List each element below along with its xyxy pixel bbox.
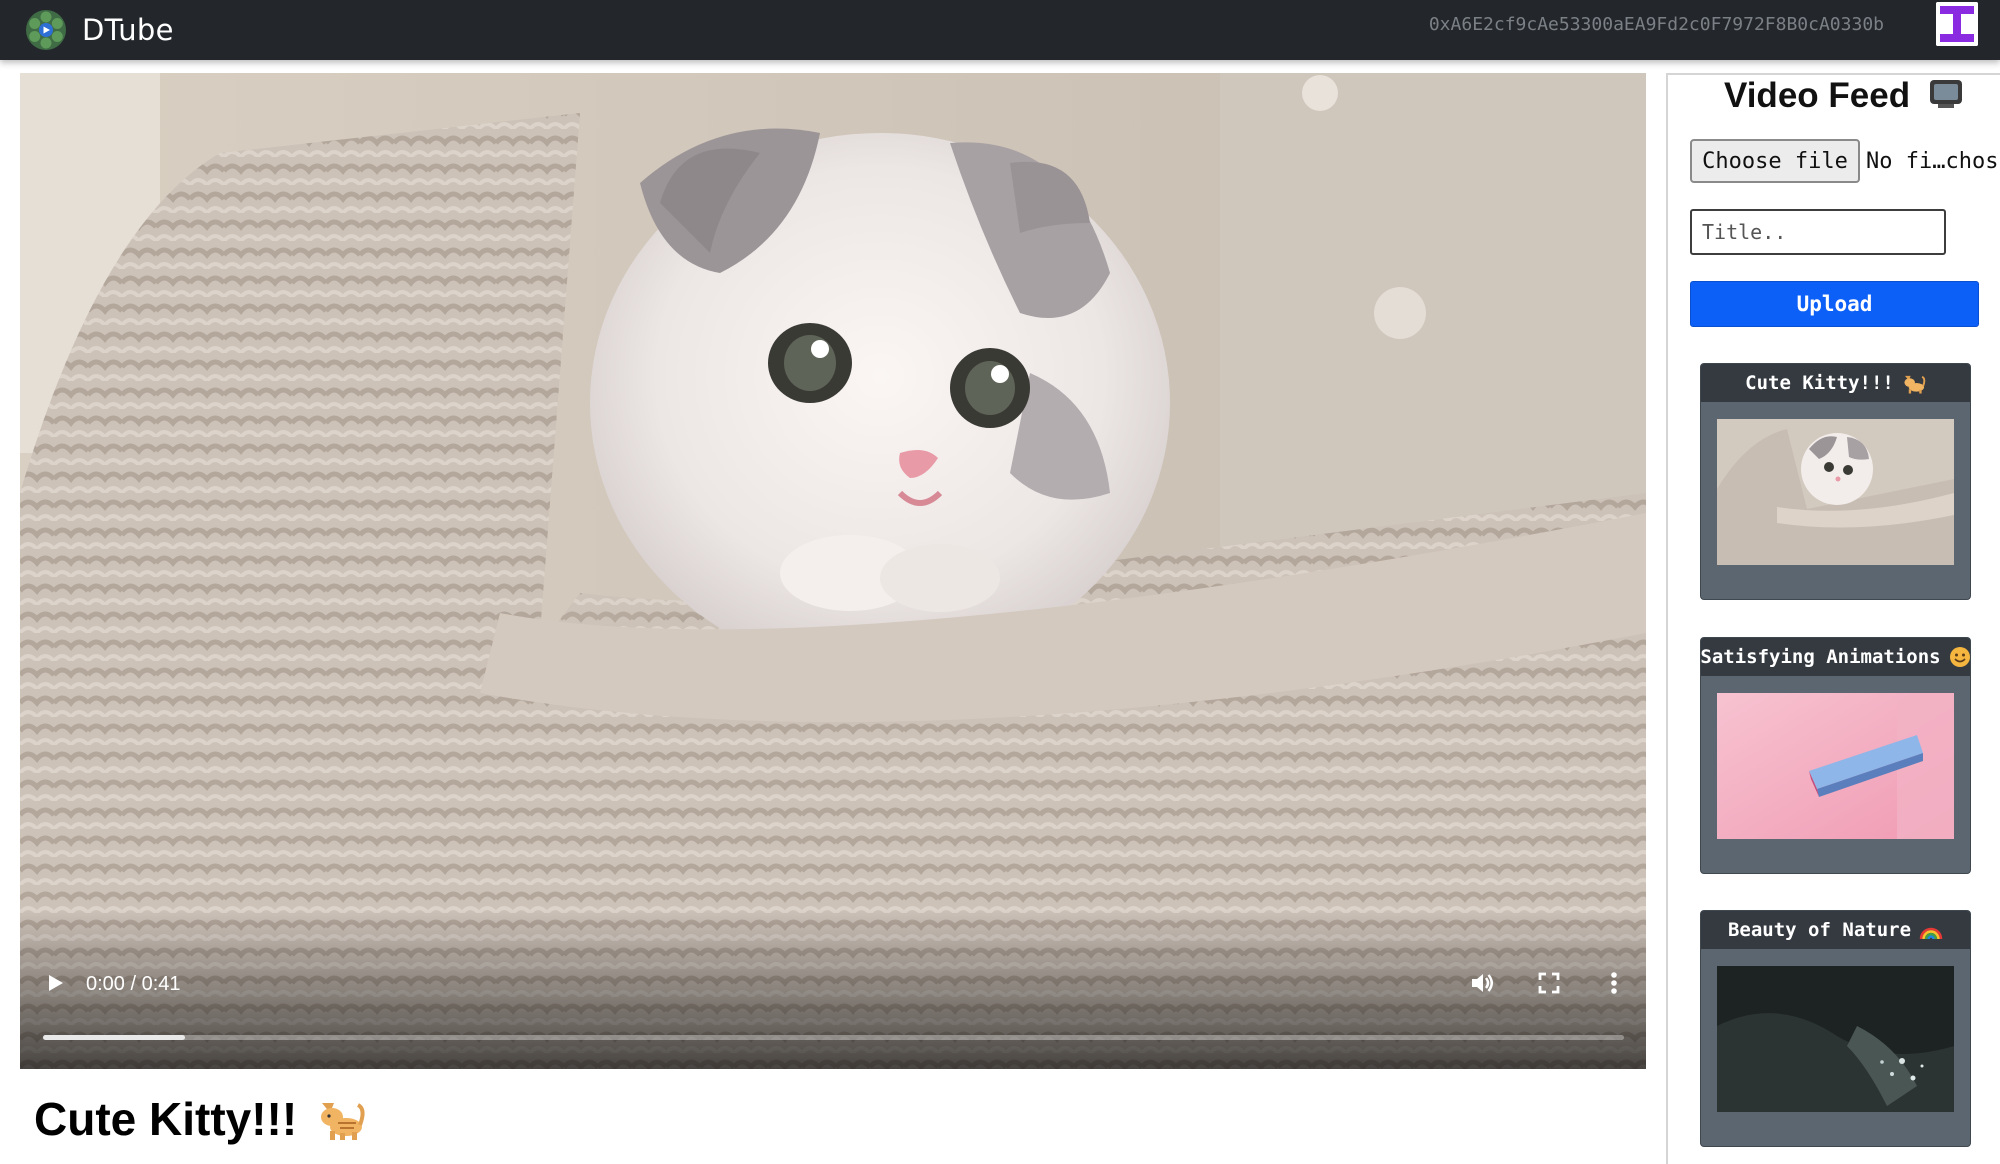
title-input[interactable] xyxy=(1690,209,1946,255)
cat-emoji xyxy=(320,1103,365,1140)
fullscreen-button[interactable] xyxy=(1529,963,1569,1003)
feed-heading-text: Video Feed xyxy=(1724,76,1911,115)
video-card[interactable]: Cute Kitty!!! xyxy=(1700,363,1971,600)
seek-bar[interactable] xyxy=(43,1035,1624,1040)
video-card[interactable]: Satisfying Animations xyxy=(1700,637,1971,874)
video-card[interactable]: Beauty of Nature xyxy=(1700,910,1971,1147)
brand-link[interactable]: DTube xyxy=(24,8,174,52)
file-picker: Choose file No fi…chos xyxy=(1690,139,1998,183)
tv-emoji xyxy=(1929,80,1962,108)
sidebar: Video Feed Choose file No fi…chos Upload… xyxy=(1666,73,2000,1164)
file-status: No fi…chos xyxy=(1866,148,1999,174)
choose-file-button[interactable]: Choose file xyxy=(1690,139,1860,183)
seek-progress xyxy=(43,1035,186,1040)
video-card-header: Satisfying Animations xyxy=(1701,638,1970,676)
time-display: 0:00 / 0:41 xyxy=(86,973,181,995)
fullscreen-icon xyxy=(1538,972,1560,994)
feed-heading: Video Feed xyxy=(1724,75,1962,116)
video-card-title: Satisfying Animations xyxy=(1700,646,1941,668)
rainbow-emoji xyxy=(1919,919,1943,941)
smiling-face-emoji xyxy=(1949,646,1970,668)
account-address: 0xA6E2cf9cAe53300aEA9Fd2c0F7972F8B0cA033… xyxy=(1428,14,1884,35)
upload-button[interactable]: Upload xyxy=(1690,281,1979,327)
video-thumbnail xyxy=(1717,966,1954,1112)
more-options-button[interactable] xyxy=(1594,963,1634,1003)
more-vert-icon xyxy=(1611,972,1617,994)
play-button[interactable] xyxy=(35,963,75,1003)
cat-emoji xyxy=(1902,372,1926,394)
current-video-title: Cute Kitty!!! xyxy=(34,1092,366,1146)
identicon-avatar xyxy=(1936,2,1978,46)
navbar: DTube 0xA6E2cf9cAe53300aEA9Fd2c0F7972F8B… xyxy=(0,0,2000,60)
video-player[interactable]: 0:00 / 0:41 xyxy=(20,73,1646,1069)
play-icon xyxy=(49,975,63,991)
video-card-header: Beauty of Nature xyxy=(1701,911,1970,949)
current-video-title-text: Cute Kitty!!! xyxy=(34,1093,298,1145)
controls-shade xyxy=(20,909,1646,1069)
video-card-title: Cute Kitty!!! xyxy=(1745,372,1894,394)
volume-button[interactable] xyxy=(1462,963,1502,1003)
video-thumbnail xyxy=(1717,693,1954,839)
video-card-title: Beauty of Nature xyxy=(1727,919,1912,941)
video-thumbnail xyxy=(1717,419,1954,565)
film-reel-icon xyxy=(26,10,66,50)
volume-icon xyxy=(1472,974,1493,992)
video-card-header: Cute Kitty!!! xyxy=(1701,364,1970,402)
brand-name: DTube xyxy=(82,13,174,47)
